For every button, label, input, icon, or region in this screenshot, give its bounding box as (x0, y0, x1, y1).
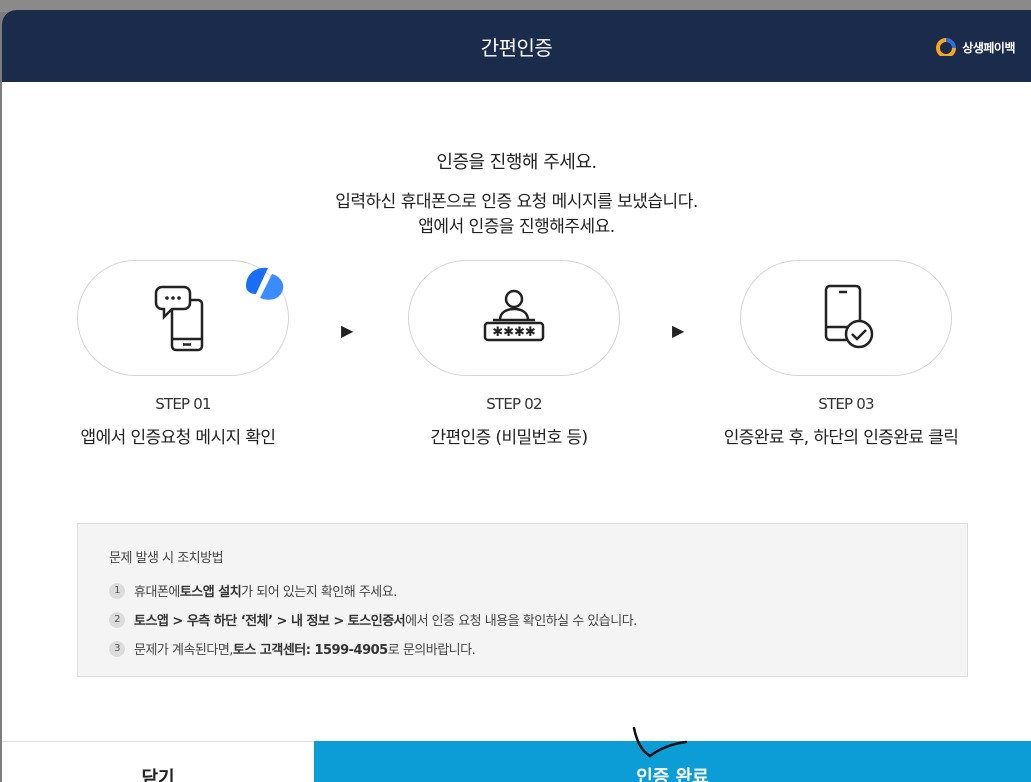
intro-description: 입력하신 휴대폰으로 인증 요청 메시지를 보냈습니다. 앱에서 인증을 진행해… (2, 190, 1031, 240)
step-2-card: ✱✱✱✱ (408, 260, 620, 376)
troubleshooting-box: 문제 발생 시 조치방법 1 휴대폰에 토스앱 설치 가 되어 있는지 확인해 주… (77, 523, 968, 677)
troubleshooting-item: 1 휴대폰에 토스앱 설치 가 되어 있는지 확인해 주세요. (109, 581, 397, 600)
step-arrow-1: ▶ (341, 321, 354, 340)
item-bold-text: 토스앱 설치 (179, 585, 242, 600)
phone-message-icon (154, 285, 204, 352)
brand-mark-icon (936, 38, 957, 56)
user-password-icon: ✱✱✱✱ (483, 289, 545, 342)
item-number-badge: 2 (109, 611, 125, 628)
modal-title: 간편인증 (480, 36, 553, 60)
item-number-badge: 3 (109, 640, 125, 657)
item-text: 에서 인증 요청 내용을 확인하실 수 있습니다. (405, 614, 637, 629)
brand-logo: 상생페이백 (935, 38, 1015, 56)
item-bold-text: 토스 고객센터: 1599-4905 (232, 643, 388, 658)
close-button[interactable]: 닫기 (2, 741, 314, 782)
intro-line-2: 입력하신 휴대폰으로 인증 요청 메시지를 보냈습니다. (335, 192, 698, 212)
item-text: 가 되어 있는지 확인해 주세요. (241, 585, 397, 600)
step-1-number: STEP 01 (155, 395, 211, 413)
item-number-badge: 1 (109, 582, 125, 599)
step-2-number: STEP 02 (486, 395, 542, 413)
svg-text:✱✱✱✱: ✱✱✱✱ (492, 325, 536, 340)
item-text: 휴대폰에 (134, 585, 180, 600)
step-arrow-2: ▶ (672, 321, 685, 340)
step-3-number: STEP 03 (818, 395, 874, 413)
item-text: 문제가 계속된다면, (134, 643, 233, 658)
step-2-description: 간편인증 (비밀번호 등) (430, 428, 588, 448)
item-bold-text: 토스앱 > 우측 하단 ‘전체’ > 내 정보 > 토스인증서 (134, 614, 406, 629)
step-1-description: 앱에서 인증요청 메시지 확인 (80, 428, 277, 448)
troubleshooting-item: 3 문제가 계속된다면, 토스 고객센터: 1599-4905 로 문의바랍니다. (109, 639, 476, 658)
toss-logo-icon (246, 267, 284, 300)
intro-line-3: 앱에서 인증을 진행해주세요. (418, 217, 615, 237)
item-text: 로 문의바랍니다. (387, 643, 476, 658)
step-3-description: 인증완료 후, 하단의 인증완료 클릭 (723, 428, 959, 448)
step-3-card (740, 260, 952, 376)
intro-headline: 인증을 진행해 주세요. (436, 152, 597, 173)
troubleshooting-item: 2 토스앱 > 우측 하단 ‘전체’ > 내 정보 > 토스인증서 에서 인증 요… (109, 610, 637, 629)
auth-modal: 간편인증 상생페이백 인증을 진행해 주세요. 입력하신 휴대폰으로 인증 요청… (2, 10, 1031, 782)
intro-text: 인증을 진행해 주세요. 입력하신 휴대폰으로 인증 요청 메시지를 보냈습니다… (2, 148, 1031, 240)
troubleshooting-title: 문제 발생 시 조치방법 (109, 551, 224, 566)
modal-header: 간편인증 상생페이백 (2, 10, 1031, 82)
annotation-scribble (632, 726, 688, 758)
phone-check-icon (824, 284, 874, 349)
modal-footer: 닫기 인증 완료 (2, 741, 1031, 782)
brand-name: 상생페이백 (962, 40, 1015, 55)
